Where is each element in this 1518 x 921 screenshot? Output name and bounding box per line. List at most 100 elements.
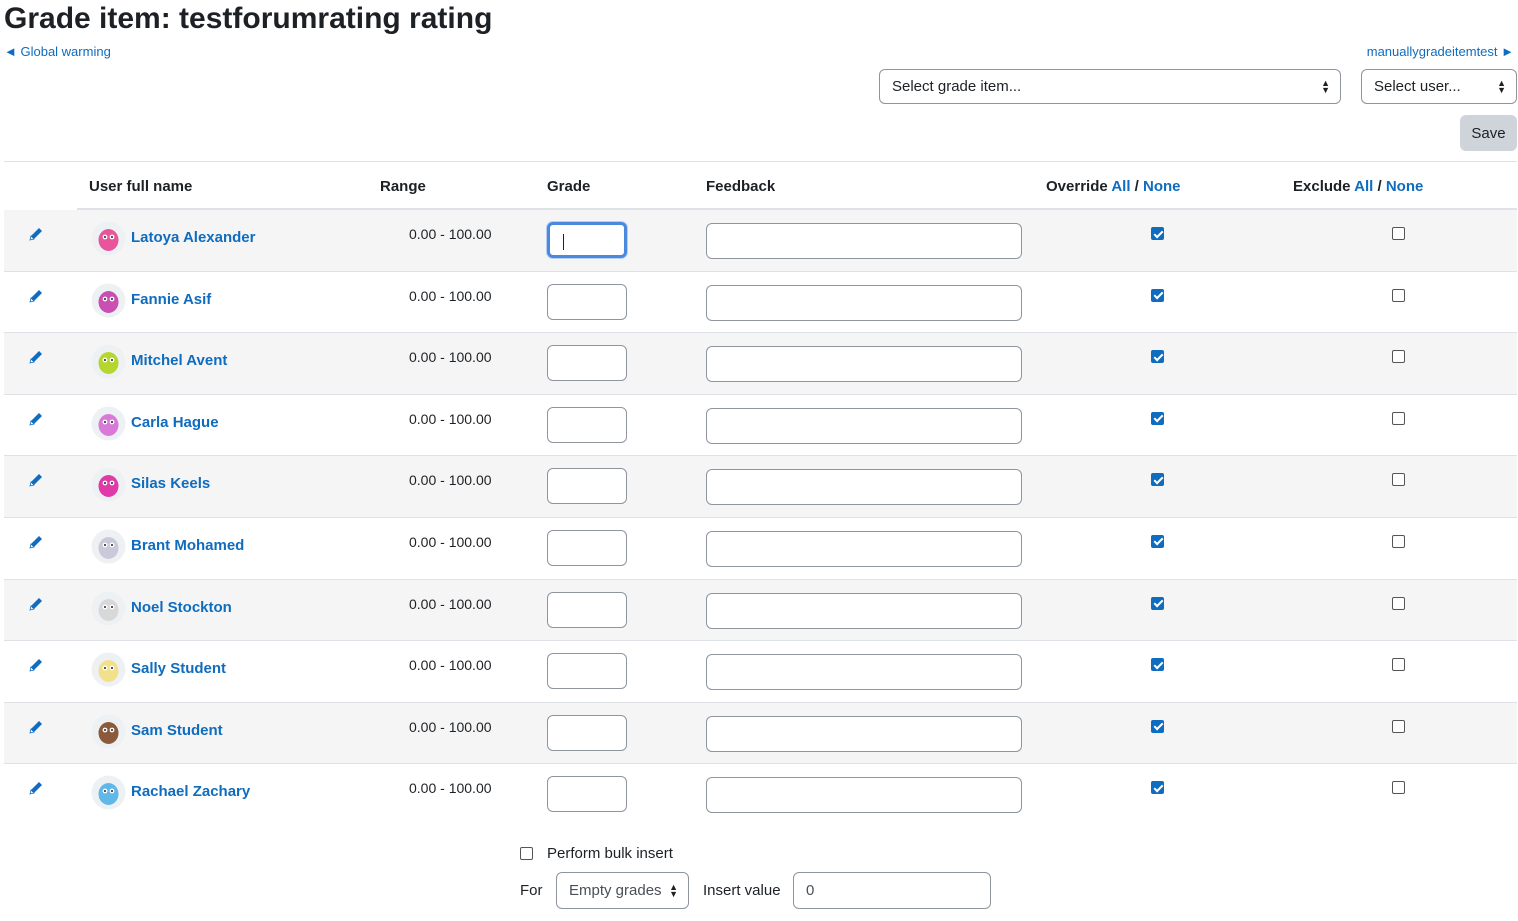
- avatar-figure: [98, 352, 119, 375]
- grade-input[interactable]: [547, 776, 627, 813]
- user-name-link[interactable]: Silas Keels: [131, 475, 210, 492]
- user-name-link[interactable]: Brant Mohamed: [131, 537, 244, 554]
- user-avatar[interactable]: [91, 652, 126, 687]
- feedback-input[interactable]: [706, 284, 1022, 321]
- feedback-input[interactable]: [706, 223, 1022, 259]
- exclude-checkbox[interactable]: [1392, 658, 1405, 672]
- user-avatar[interactable]: [91, 344, 126, 379]
- table-row: Rachael Zachary 0.00 - 100.00: [4, 764, 1517, 826]
- next-item-link[interactable]: manuallygradeitemtest ►: [1367, 44, 1514, 59]
- insert-value-input[interactable]: [793, 872, 991, 909]
- grade-range: 0.00 - 100.00: [409, 287, 492, 304]
- avatar-figure: [98, 598, 119, 621]
- feedback-input[interactable]: [706, 346, 1022, 383]
- edit-pencil-icon[interactable]: [28, 780, 44, 796]
- feedback-input[interactable]: [706, 530, 1022, 567]
- grade-range: 0.00 - 100.00: [409, 780, 492, 797]
- grade-range: 0.00 - 100.00: [409, 349, 492, 366]
- grade-range: 0.00 - 100.00: [409, 226, 492, 242]
- feedback-input[interactable]: [706, 407, 1022, 444]
- header-range: Range: [380, 178, 426, 195]
- grade-input[interactable]: [547, 345, 627, 382]
- grade-input[interactable]: [547, 591, 627, 628]
- feedback-input[interactable]: [706, 654, 1022, 691]
- exclude-checkbox[interactable]: [1392, 411, 1405, 425]
- grade-input[interactable]: [547, 283, 627, 320]
- grade-input[interactable]: [547, 406, 627, 443]
- exclude-checkbox[interactable]: [1392, 473, 1405, 487]
- override-checkbox[interactable]: [1151, 781, 1164, 795]
- override-checkbox[interactable]: [1151, 288, 1164, 302]
- edit-pencil-icon[interactable]: [28, 596, 44, 612]
- user-name-link[interactable]: Latoya Alexander: [131, 229, 256, 246]
- grade-item-select-value: Select grade item...: [892, 78, 1022, 95]
- user-avatar[interactable]: [91, 591, 126, 626]
- override-checkbox[interactable]: [1151, 227, 1164, 240]
- select-caret-icon: ▲ ▼: [1321, 77, 1330, 95]
- edit-pencil-icon[interactable]: [28, 411, 44, 427]
- override-all-link[interactable]: All: [1111, 178, 1130, 195]
- grade-input[interactable]: [547, 714, 627, 751]
- edit-pencil-icon[interactable]: [28, 226, 44, 242]
- exclude-checkbox[interactable]: [1392, 227, 1405, 240]
- user-name-link[interactable]: Sam Student: [131, 722, 223, 739]
- override-checkbox[interactable]: [1151, 719, 1164, 733]
- grade-input[interactable]: [547, 222, 627, 258]
- exclude-checkbox[interactable]: [1392, 719, 1405, 733]
- feedback-input[interactable]: [706, 592, 1022, 629]
- edit-pencil-icon[interactable]: [28, 719, 44, 735]
- grade-input[interactable]: [547, 468, 627, 505]
- exclude-all-link[interactable]: All: [1354, 178, 1373, 195]
- user-avatar[interactable]: [91, 529, 126, 564]
- save-button[interactable]: Save: [1460, 115, 1517, 151]
- edit-pencil-icon[interactable]: [28, 349, 44, 365]
- exclude-none-link[interactable]: None: [1386, 178, 1424, 195]
- feedback-input[interactable]: [706, 469, 1022, 506]
- prev-item-link[interactable]: ◄ Global warming: [4, 44, 111, 59]
- override-checkbox[interactable]: [1151, 658, 1164, 672]
- user-name-link[interactable]: Rachael Zachary: [131, 783, 250, 800]
- avatar-figure: [98, 413, 119, 436]
- user-avatar[interactable]: [91, 283, 126, 318]
- edit-pencil-icon[interactable]: [28, 288, 44, 304]
- user-select-value: Select user...: [1374, 78, 1461, 95]
- grade-input[interactable]: [547, 529, 627, 566]
- exclude-checkbox[interactable]: [1392, 596, 1405, 610]
- exclude-checkbox[interactable]: [1392, 534, 1405, 548]
- insert-value-label: Insert value: [703, 882, 781, 899]
- user-name-link[interactable]: Mitchel Avent: [131, 352, 227, 369]
- override-checkbox[interactable]: [1151, 596, 1164, 610]
- exclude-checkbox[interactable]: [1392, 288, 1405, 302]
- edit-pencil-icon[interactable]: [28, 534, 44, 550]
- edit-pencil-icon[interactable]: [28, 472, 44, 488]
- table-row: Sam Student 0.00 - 100.00: [4, 702, 1517, 765]
- user-select[interactable]: Select user... ▲ ▼: [1361, 69, 1517, 104]
- user-avatar[interactable]: [91, 221, 126, 256]
- feedback-input[interactable]: [706, 715, 1022, 752]
- override-checkbox[interactable]: [1151, 473, 1164, 487]
- override-checkbox[interactable]: [1151, 534, 1164, 548]
- user-avatar[interactable]: [91, 775, 126, 810]
- user-name-link[interactable]: Fannie Asif: [131, 291, 211, 308]
- exclude-checkbox[interactable]: [1392, 781, 1405, 795]
- exclude-checkbox[interactable]: [1392, 350, 1405, 364]
- bulk-for-select[interactable]: Empty grades ▲ ▼: [556, 872, 689, 909]
- grade-item-select[interactable]: Select grade item... ▲ ▼: [879, 69, 1341, 104]
- user-name-link[interactable]: Noel Stockton: [131, 599, 232, 616]
- user-avatar[interactable]: [91, 406, 126, 441]
- edit-pencil-icon[interactable]: [28, 657, 44, 673]
- header-exclude: Exclude All / None: [1293, 178, 1424, 195]
- grade-input[interactable]: [547, 653, 627, 690]
- override-checkbox[interactable]: [1151, 350, 1164, 364]
- grade-range: 0.00 - 100.00: [409, 595, 492, 612]
- user-avatar[interactable]: [91, 714, 126, 749]
- feedback-input[interactable]: [706, 777, 1022, 814]
- override-checkbox[interactable]: [1151, 411, 1164, 425]
- override-none-link[interactable]: None: [1143, 178, 1181, 195]
- avatar-figure: [98, 229, 119, 251]
- user-name-link[interactable]: Carla Hague: [131, 414, 219, 431]
- user-avatar[interactable]: [91, 467, 126, 502]
- bulk-insert-checkbox[interactable]: [520, 847, 533, 860]
- grades-table: User full name Range Grade Feedback Over…: [4, 161, 1517, 826]
- user-name-link[interactable]: Sally Student: [131, 660, 226, 677]
